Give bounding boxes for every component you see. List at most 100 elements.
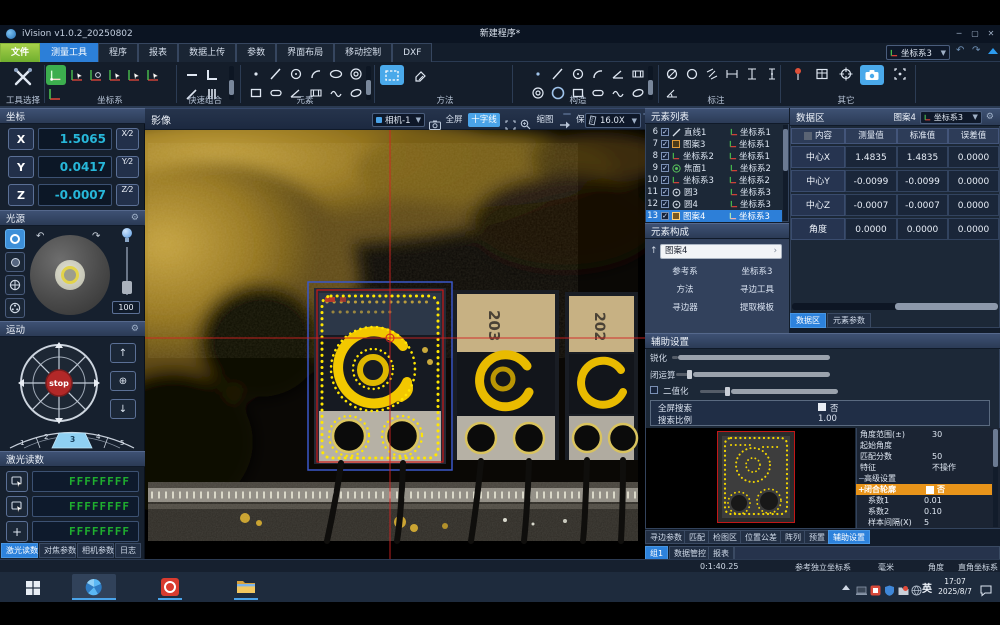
param-row-advanced[interactable]: −高级设置 xyxy=(856,473,992,484)
dim-horizontal-icon[interactable] xyxy=(724,66,740,82)
param-row[interactable]: 系数10.01 xyxy=(856,495,992,506)
close-op-handle[interactable] xyxy=(687,370,692,379)
dim-caliper-icon[interactable] xyxy=(704,66,720,82)
quick-group-scrollbar[interactable] xyxy=(229,66,234,100)
tab-array[interactable]: 阵列 xyxy=(780,530,806,544)
microscope-image[interactable]: 203 202 xyxy=(145,130,645,559)
tray-red-app-icon[interactable] xyxy=(870,581,881,592)
taskbar-file-explorer[interactable] xyxy=(236,578,256,599)
quick-corner-icon[interactable] xyxy=(204,67,220,83)
checkbox-checked-icon[interactable]: ✓ xyxy=(661,140,669,148)
construct-angle-icon[interactable] xyxy=(610,66,626,82)
menu-tab-measure-tools[interactable]: 测量工具 xyxy=(40,43,98,62)
dim-angle-icon[interactable] xyxy=(664,85,680,101)
construct-circle-icon[interactable] xyxy=(570,66,586,82)
tab-log[interactable]: 日志 xyxy=(115,543,141,558)
axis-y-button[interactable]: Y xyxy=(8,156,34,178)
close-op-fill[interactable] xyxy=(693,372,830,377)
binarize-track[interactable] xyxy=(700,390,726,393)
target-icon[interactable] xyxy=(838,66,854,82)
data-coord-dropdown[interactable]: 坐标系3▼ xyxy=(920,111,982,124)
light-mode-quad-button[interactable] xyxy=(5,275,25,295)
element-row[interactable]: 6✓ 直线1 坐标系1 xyxy=(646,126,782,138)
template-thumbnail[interactable] xyxy=(717,431,795,523)
element-row[interactable]: 7✓ 图案3 坐标系1 xyxy=(646,138,782,150)
light-settings-gear-icon[interactable]: ⚙ xyxy=(131,213,139,223)
tab-data-area[interactable]: 数据区 xyxy=(790,313,826,328)
element-blob-icon[interactable] xyxy=(348,85,364,101)
element-line-icon[interactable] xyxy=(268,66,284,82)
element-ring-icon[interactable] xyxy=(348,66,364,82)
redo-icon[interactable]: ↷ xyxy=(972,45,980,56)
checkbox-checked-icon[interactable]: ✓ xyxy=(661,212,669,220)
tab-laser-reading[interactable]: 激光读数 xyxy=(1,543,38,558)
dim-vertical-icon[interactable] xyxy=(744,66,760,82)
element-row[interactable]: 9✓ 焦面1 坐标系2 xyxy=(646,162,782,174)
collapse-minus-icon[interactable]: − xyxy=(856,474,864,483)
method-eraser-icon[interactable] xyxy=(412,67,428,83)
tray-language[interactable]: 英 xyxy=(922,580,932,595)
construct-ring-icon[interactable] xyxy=(530,85,546,101)
tab-focus-params[interactable]: 对焦参数 xyxy=(39,543,76,558)
param-row[interactable]: 特征不操作 xyxy=(856,462,992,473)
quick-line-icon[interactable] xyxy=(184,67,200,83)
construct-keyslot-icon[interactable] xyxy=(630,66,646,82)
jog-down-button[interactable]: ↓ xyxy=(110,399,136,419)
element-group-scrollbar[interactable] xyxy=(366,66,371,100)
comp-ref-value[interactable]: 坐标系3 xyxy=(728,265,786,277)
data-hscrollbar[interactable] xyxy=(792,303,998,310)
camera-capture-icon[interactable] xyxy=(860,65,884,85)
coordinate-tool-icon-6[interactable] xyxy=(145,67,161,83)
rotate-cw-icon[interactable]: ↷ xyxy=(92,231,100,242)
construct-arc-icon[interactable] xyxy=(590,66,606,82)
tab-data-control[interactable]: 数据管控 xyxy=(669,546,711,560)
coordinate-tool-icon-2[interactable] xyxy=(69,67,85,83)
menu-tab-report[interactable]: 报表 xyxy=(138,43,178,62)
half-z-button[interactable]: Z⁄2 xyxy=(116,184,139,206)
menu-tab-data-upload[interactable]: 数据上传 xyxy=(178,43,236,62)
construct-line-icon[interactable] xyxy=(550,66,566,82)
rotate-ccw-icon[interactable]: ↶ xyxy=(36,231,44,242)
coordinate-tool-active-icon[interactable] xyxy=(46,65,66,85)
element-rect-icon[interactable] xyxy=(248,85,264,101)
dim-radius-icon[interactable] xyxy=(684,66,700,82)
checkbox-checked-icon[interactable]: ✓ xyxy=(661,152,669,160)
dim-diameter-icon[interactable] xyxy=(664,66,680,82)
binarize-checkbox[interactable] xyxy=(650,386,658,394)
element-point-icon[interactable] xyxy=(248,66,264,82)
tool-select-icon[interactable] xyxy=(12,66,34,92)
menu-tab-parameters[interactable]: 参数 xyxy=(236,43,276,62)
tray-shield-icon[interactable] xyxy=(884,581,895,592)
jog-up-button[interactable]: ↑ xyxy=(110,343,136,363)
light-mode-multi-button[interactable] xyxy=(5,298,25,318)
motion-jog-wheel[interactable]: stop xyxy=(16,340,102,426)
tab-preset[interactable]: 预置 xyxy=(804,530,830,544)
laser-add-button[interactable]: + xyxy=(6,521,28,542)
closed-contour-checkbox[interactable] xyxy=(926,486,934,494)
checkbox-checked-icon[interactable]: ✓ xyxy=(661,164,669,172)
comp-finder-value[interactable]: 提取模板 xyxy=(728,301,786,313)
thumbnail-button[interactable]: 缩图 xyxy=(534,113,556,127)
tray-action-center-icon[interactable] xyxy=(980,581,992,600)
tab-inspect-region[interactable]: 检图区 xyxy=(708,530,742,544)
checkbox-checked-icon[interactable]: ✓ xyxy=(661,128,669,136)
method-rect-select-icon[interactable] xyxy=(380,65,404,85)
coordinate-tool-icon-3[interactable] xyxy=(88,67,104,83)
chip-1-selected[interactable] xyxy=(308,282,452,470)
element-row[interactable]: 12✓ 圆4 坐标系3 xyxy=(646,198,782,210)
laser-capture1-icon[interactable] xyxy=(6,471,28,492)
jog-center-button[interactable]: ⊕ xyxy=(110,371,136,391)
menu-tab-program[interactable]: 程序 xyxy=(98,43,138,62)
construct-point-icon[interactable] xyxy=(530,66,546,82)
taskbar-app-ivision-active[interactable] xyxy=(72,574,116,600)
tab-aux-settings[interactable]: 辅助设置 xyxy=(828,530,870,544)
construct-group-scrollbar[interactable] xyxy=(648,66,653,100)
half-x-button[interactable]: X⁄2 xyxy=(116,128,139,150)
header-checkbox[interactable] xyxy=(804,132,812,140)
comp-method-value[interactable]: 寻边工具 xyxy=(728,283,786,295)
data-settings-gear-icon[interactable]: ⚙ xyxy=(986,112,994,122)
element-row[interactable]: 10✓ 坐标系3 坐标系2 xyxy=(646,174,782,186)
focus-brackets-icon[interactable] xyxy=(892,66,908,82)
param-row[interactable]: 角度范围(±)30 xyxy=(856,429,992,440)
tab-edge-params[interactable]: 寻边参数 xyxy=(645,530,687,544)
